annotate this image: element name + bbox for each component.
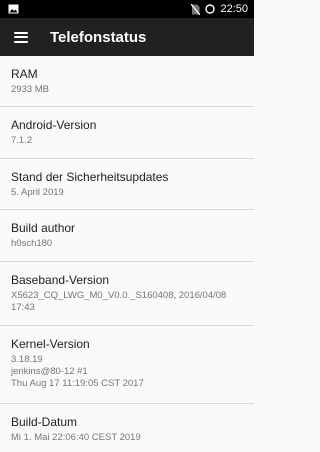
item-label: Stand der Sicherheitsupdates: [11, 170, 169, 184]
page-title: Telefonstatus: [50, 28, 147, 46]
list-item-build-author[interactable]: Build author h0sch180: [0, 210, 254, 262]
item-value: 7.1.2: [11, 135, 33, 146]
item-label: Kernel-Version: [11, 337, 90, 351]
item-value: 3.18.19 jenkins@80-12 #1 Thu Aug 17 11:1…: [11, 354, 144, 389]
item-value: Mi 1. Mai 22:06:40 CEST 2019: [11, 432, 141, 443]
item-label: Build author: [11, 221, 76, 235]
status-time: 22:50: [220, 3, 248, 15]
menu-icon[interactable]: [14, 31, 28, 43]
list-item-android-version[interactable]: Android-Version 7.1.2: [0, 107, 254, 159]
gallery-notification-icon: [8, 4, 19, 14]
item-value: X5623_CQ_LWG_M0_V0.0._S160408, 2016/04/0…: [11, 290, 227, 313]
status-list: RAM 2933 MB Android-Version 7.1.2 Stand …: [0, 56, 254, 452]
item-label: RAM: [11, 67, 38, 81]
list-item-baseband-version[interactable]: Baseband-Version X5623_CQ_LWG_M0_V0.0._S…: [0, 262, 254, 326]
list-item-kernel-version[interactable]: Kernel-Version 3.18.19 jenkins@80-12 #1 …: [0, 326, 254, 404]
list-item-security-patch[interactable]: Stand der Sicherheitsupdates 5. April 20…: [0, 159, 254, 210]
item-value: h0sch180: [11, 238, 53, 249]
list-item-build-date[interactable]: Build-Datum Mi 1. Mai 22:06:40 CEST 2019: [0, 404, 254, 452]
item-value: 2933 MB: [11, 84, 50, 95]
status-bar: 22:50: [0, 0, 254, 18]
battery-ring-icon: [205, 4, 216, 14]
no-sim-icon: [191, 3, 201, 15]
app-bar: Telefonstatus: [0, 18, 254, 56]
item-label: Build-Datum: [11, 415, 78, 429]
list-item-ram[interactable]: RAM 2933 MB: [0, 56, 254, 107]
item-label: Baseband-Version: [11, 273, 110, 287]
item-value: 5. April 2019: [11, 187, 64, 198]
item-label: Android-Version: [11, 118, 97, 132]
